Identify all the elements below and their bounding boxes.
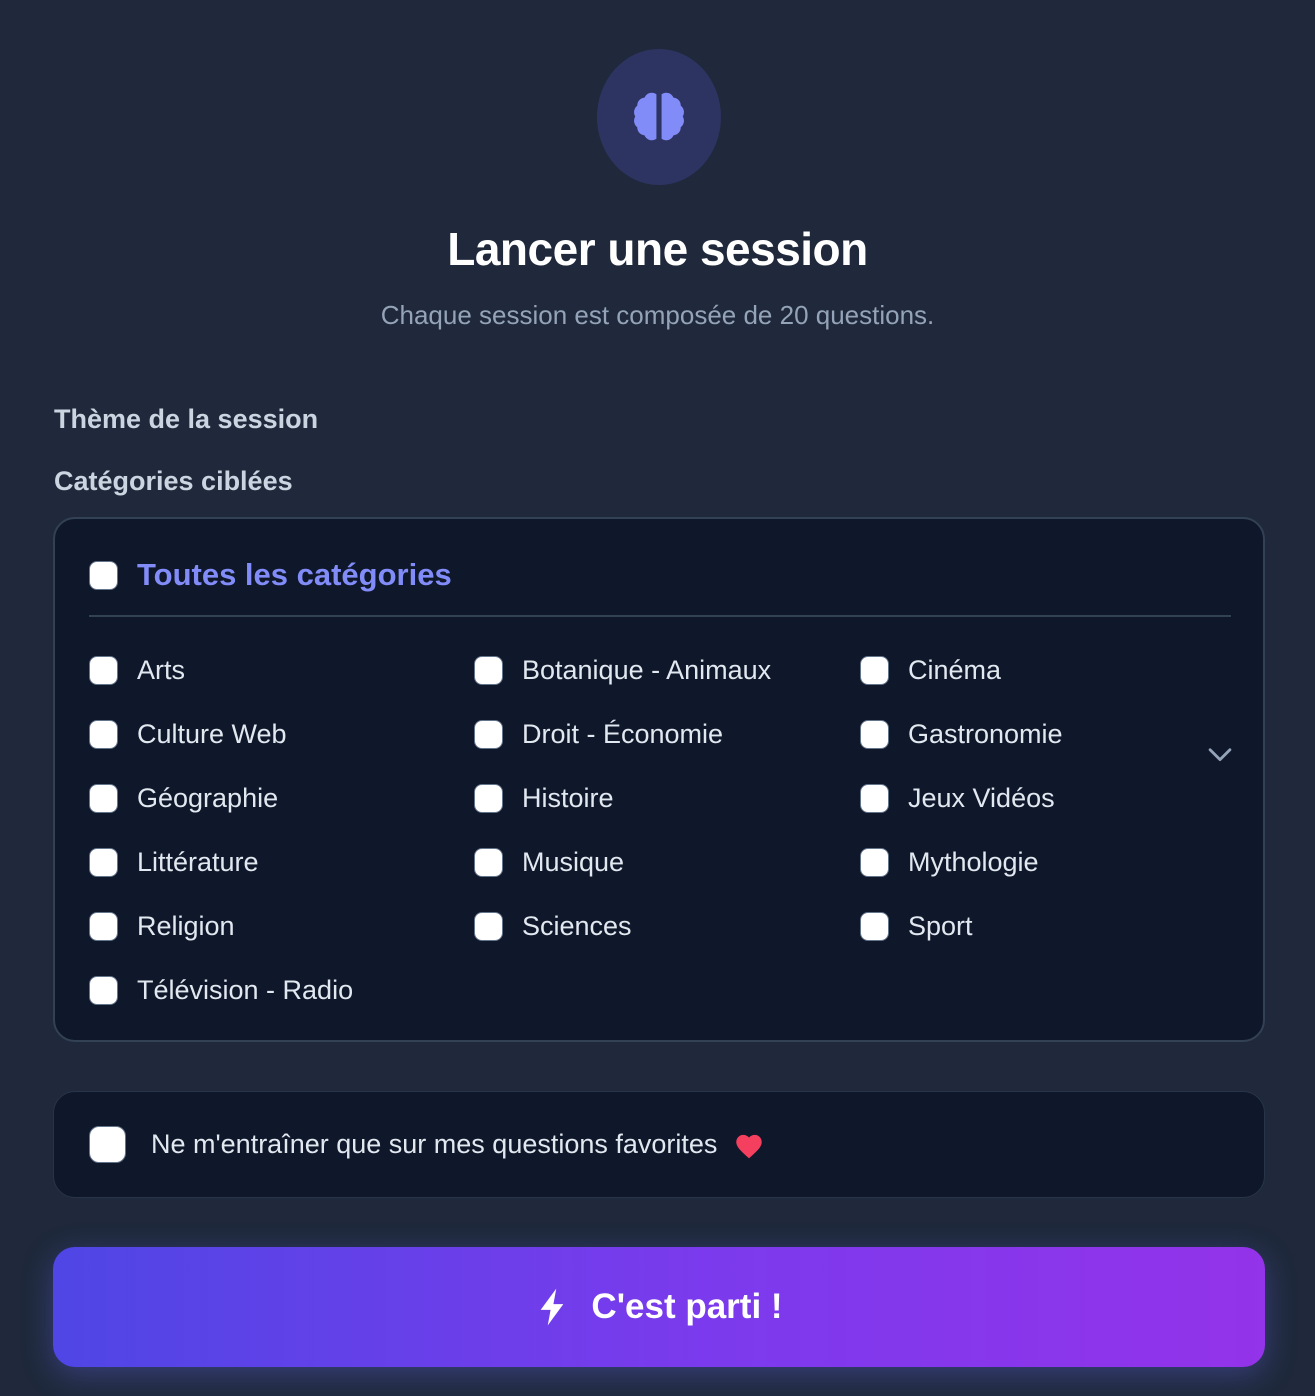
all-categories-checkbox[interactable]	[89, 560, 118, 590]
category-checkbox[interactable]	[860, 784, 889, 813]
category-label: Littérature	[137, 847, 259, 877]
categories-label: Catégories ciblées	[54, 466, 293, 496]
category-option[interactable]: Droit - Économie	[474, 717, 860, 752]
category-checkbox[interactable]	[474, 848, 503, 877]
category-checkbox[interactable]	[89, 848, 118, 877]
page-title: Lancer une session	[447, 223, 868, 275]
heart-icon	[736, 1134, 763, 1158]
category-checkbox[interactable]	[89, 720, 118, 749]
categories-panel: Toutes les catégories Arts Botanique - A…	[53, 517, 1265, 1042]
page-subtitle: Chaque session est composée de 20 questi…	[380, 300, 935, 330]
category-option[interactable]: Religion	[89, 909, 474, 944]
category-option[interactable]: Sciences	[474, 909, 860, 944]
theme-label: Thème de la session	[54, 404, 319, 434]
category-option[interactable]: Botanique - Animaux	[474, 653, 860, 688]
category-option[interactable]: Histoire	[474, 781, 860, 816]
categories-grid: Arts Botanique - Animaux Cinéma Culture …	[89, 653, 1249, 1037]
all-categories-label: Toutes les catégories	[137, 557, 452, 592]
category-label: Culture Web	[137, 719, 287, 749]
category-checkbox[interactable]	[474, 912, 503, 941]
brain-icon	[597, 49, 721, 185]
category-label: Droit - Économie	[522, 719, 724, 749]
bolt-icon	[541, 1288, 564, 1326]
start-session-button[interactable]: C'est parti !	[53, 1247, 1265, 1367]
category-option[interactable]: Jeux Vidéos	[860, 781, 1245, 816]
start-session-label: C'est parti !	[591, 1287, 783, 1326]
category-checkbox[interactable]	[860, 656, 889, 685]
session-launcher: Lancer une session Chaque session est co…	[0, 0, 1315, 1396]
category-option[interactable]: Culture Web	[89, 717, 474, 752]
category-label: Jeux Vidéos	[908, 783, 1055, 813]
category-label: Sport	[908, 911, 973, 941]
category-label: Gastronomie	[908, 719, 1063, 749]
category-checkbox[interactable]	[860, 848, 889, 877]
favorites-checkbox[interactable]	[89, 1126, 126, 1163]
category-label: Géographie	[137, 783, 279, 813]
category-label: Sciences	[522, 911, 632, 941]
category-label: Mythologie	[908, 847, 1039, 877]
category-label: Musique	[522, 847, 625, 877]
category-label: Cinéma	[908, 655, 1002, 685]
category-checkbox[interactable]	[860, 720, 889, 749]
category-checkbox[interactable]	[474, 720, 503, 749]
favorites-option[interactable]: Ne m'entraîner que sur mes questions fav…	[53, 1091, 1265, 1198]
category-checkbox[interactable]	[474, 656, 503, 685]
category-option[interactable]: Géographie	[89, 781, 474, 816]
category-option[interactable]: Musique	[474, 845, 860, 880]
category-label: Arts	[137, 655, 186, 685]
category-label: Histoire	[522, 783, 614, 813]
category-option[interactable]: Gastronomie	[860, 717, 1245, 752]
category-label: Religion	[137, 911, 235, 941]
category-checkbox[interactable]	[474, 784, 503, 813]
category-checkbox[interactable]	[89, 976, 118, 1005]
chevron-down-icon[interactable]	[1203, 737, 1237, 771]
category-option[interactable]: Cinéma	[860, 653, 1245, 688]
category-option[interactable]: Arts	[89, 653, 474, 688]
category-label: Télévision - Radio	[137, 975, 354, 1005]
category-checkbox[interactable]	[860, 912, 889, 941]
category-option[interactable]: Mythologie	[860, 845, 1245, 880]
divider	[89, 615, 1231, 617]
category-checkbox[interactable]	[89, 912, 118, 941]
all-categories-option[interactable]: Toutes les catégories	[89, 557, 452, 593]
category-checkbox[interactable]	[89, 656, 118, 685]
favorites-label: Ne m'entraîner que sur mes questions fav…	[151, 1129, 718, 1159]
category-option[interactable]: Télévision - Radio	[89, 973, 474, 1008]
category-option[interactable]: Littérature	[89, 845, 474, 880]
category-label: Botanique - Animaux	[522, 655, 772, 685]
category-checkbox[interactable]	[89, 784, 118, 813]
category-option[interactable]: Sport	[860, 909, 1245, 944]
